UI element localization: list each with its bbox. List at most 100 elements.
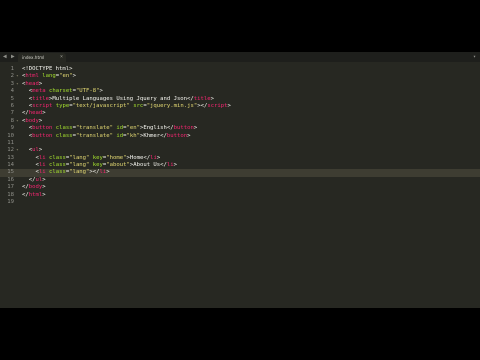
code-text: <li class="lang" key="about">About Us</l… xyxy=(22,162,177,169)
line-number: 19 xyxy=(7,199,14,206)
code-token: > xyxy=(210,95,214,102)
code-token: >Multiple Languages Using Jquery and Jso… xyxy=(48,95,194,102)
code-token: body xyxy=(25,117,39,124)
code-token: html xyxy=(28,191,43,198)
code-token: src xyxy=(129,102,144,109)
code-line[interactable]: 10 <button class="translate" id="kh">Khm… xyxy=(0,133,480,140)
code-text: <title>Multiple Languages Using Jquery a… xyxy=(22,96,214,103)
code-token: "translate" xyxy=(75,132,113,139)
code-token: > xyxy=(193,125,198,132)
line-number: 10 xyxy=(7,132,14,139)
code-line[interactable]: 12 ▾ <ul> xyxy=(0,147,480,154)
code-token: li xyxy=(166,162,174,169)
code-token: </ xyxy=(22,110,29,117)
fold-arrow-icon[interactable]: ▾ xyxy=(16,73,21,80)
code-token: ></ xyxy=(197,102,208,109)
code-token: lang xyxy=(38,73,56,80)
line-number: 14 xyxy=(7,162,14,169)
code-token: class xyxy=(52,125,73,132)
tab-menu-icon[interactable]: ▾ xyxy=(473,52,476,62)
code-text: </head> xyxy=(22,110,46,117)
code-line[interactable]: 1 <!DOCTYPE html> xyxy=(0,66,480,73)
code-token: ></ xyxy=(89,169,100,176)
code-token: > xyxy=(106,169,110,176)
code-token: button xyxy=(166,132,188,139)
code-token: script xyxy=(207,102,228,109)
code-token: "UTF-8" xyxy=(75,88,100,95)
code-token: script xyxy=(32,102,53,109)
code-line[interactable]: 17 </body> xyxy=(0,184,480,191)
code-line[interactable]: 5 <title>Multiple Languages Using Jquery… xyxy=(0,96,480,103)
code-token: "text/javascript" xyxy=(72,102,130,109)
tab-nav-left-icon[interactable]: ◀ xyxy=(3,52,7,62)
code-line[interactable]: 7 </head> xyxy=(0,110,480,117)
code-token: > xyxy=(42,191,46,198)
code-token: ul xyxy=(32,147,39,154)
line-number: 15 xyxy=(7,169,14,176)
code-line[interactable]: 4 <meta charset="UTF-8"> xyxy=(0,88,480,95)
code-token: >Home</ xyxy=(126,154,151,161)
code-token: "lang" xyxy=(69,162,90,169)
close-tab-icon[interactable]: × xyxy=(60,53,63,62)
code-token: </ xyxy=(28,176,36,183)
code-line[interactable]: 3 ▾ <head> xyxy=(0,81,480,88)
code-text: <meta charset="UTF-8"> xyxy=(22,88,103,95)
line-number: 6 xyxy=(10,102,14,109)
code-token: >English</ xyxy=(139,125,174,132)
code-line[interactable]: 15 <li class="lang"></li> xyxy=(0,169,480,177)
code-token: charset xyxy=(45,88,73,95)
code-line[interactable]: 16 </ul> xyxy=(0,177,480,184)
code-token: > xyxy=(187,132,191,139)
fold-arrow-icon[interactable]: ▾ xyxy=(16,81,21,88)
code-token: <!DOCTYPE html> xyxy=(22,66,73,72)
code-line[interactable]: 2 ▾ <html lang="en"> xyxy=(0,73,480,80)
line-number: 8 xyxy=(10,117,14,124)
code-token: > xyxy=(38,147,43,154)
code-line[interactable]: 11 xyxy=(0,140,480,147)
code-line[interactable]: 19 xyxy=(0,199,480,206)
tab-nav-right-icon[interactable]: ▶ xyxy=(11,52,15,62)
code-token: "home" xyxy=(106,154,127,161)
code-token: li xyxy=(150,154,157,161)
fold-arrow-icon[interactable]: ▾ xyxy=(16,147,21,154)
code-text: <ul> xyxy=(22,147,43,154)
code-token: li xyxy=(38,154,46,161)
code-text: <head> xyxy=(22,81,42,88)
tab-index-html[interactable]: index.html × xyxy=(18,53,66,62)
code-text: <script type="text/javascript" src="jque… xyxy=(22,103,231,110)
line-number: 17 xyxy=(7,184,14,191)
code-text: <body> xyxy=(22,118,42,125)
code-token: "en" xyxy=(126,125,140,132)
line-number: 18 xyxy=(7,191,14,198)
code-token: "translate" xyxy=(75,125,113,132)
tab-bar: ◀ ▶ index.html × ▾ xyxy=(0,52,480,62)
code-token: > xyxy=(72,73,76,80)
line-number: 3 xyxy=(10,80,14,87)
code-line[interactable]: 9 <button class="translate" id="en">Engl… xyxy=(0,125,480,132)
code-line[interactable]: 13 <li class="lang" key="home">Home</li> xyxy=(0,155,480,162)
code-line[interactable]: 6 <script type="text/javascript" src="jq… xyxy=(0,103,480,110)
code-line[interactable]: 8 ▾ <body> xyxy=(0,118,480,125)
fold-arrow-icon[interactable]: ▾ xyxy=(16,118,21,125)
code-token: li xyxy=(38,162,46,169)
code-token: "jquery.min.js" xyxy=(146,102,198,109)
code-area[interactable]: 1 <!DOCTYPE html> 2 ▾ <html lang="en"> 3 ▾ <hea… xyxy=(0,66,480,206)
code-token: key xyxy=(89,162,103,169)
code-text: <html lang="en"> xyxy=(22,73,76,80)
code-text: </html> xyxy=(22,192,46,199)
code-token: li xyxy=(38,169,46,176)
code-token: > xyxy=(99,88,103,95)
code-token: >Khmer</ xyxy=(139,132,167,139)
code-token: type xyxy=(52,102,70,109)
line-number: 16 xyxy=(7,176,14,183)
code-line[interactable]: 18 </html> xyxy=(0,192,480,199)
code-token: > xyxy=(38,117,43,124)
code-token: title xyxy=(193,95,211,102)
code-text: <li class="lang" key="home">Home</li> xyxy=(22,155,160,162)
code-token: button xyxy=(32,125,53,132)
code-line[interactable]: 14 <li class="lang" key="about">About Us… xyxy=(0,162,480,169)
